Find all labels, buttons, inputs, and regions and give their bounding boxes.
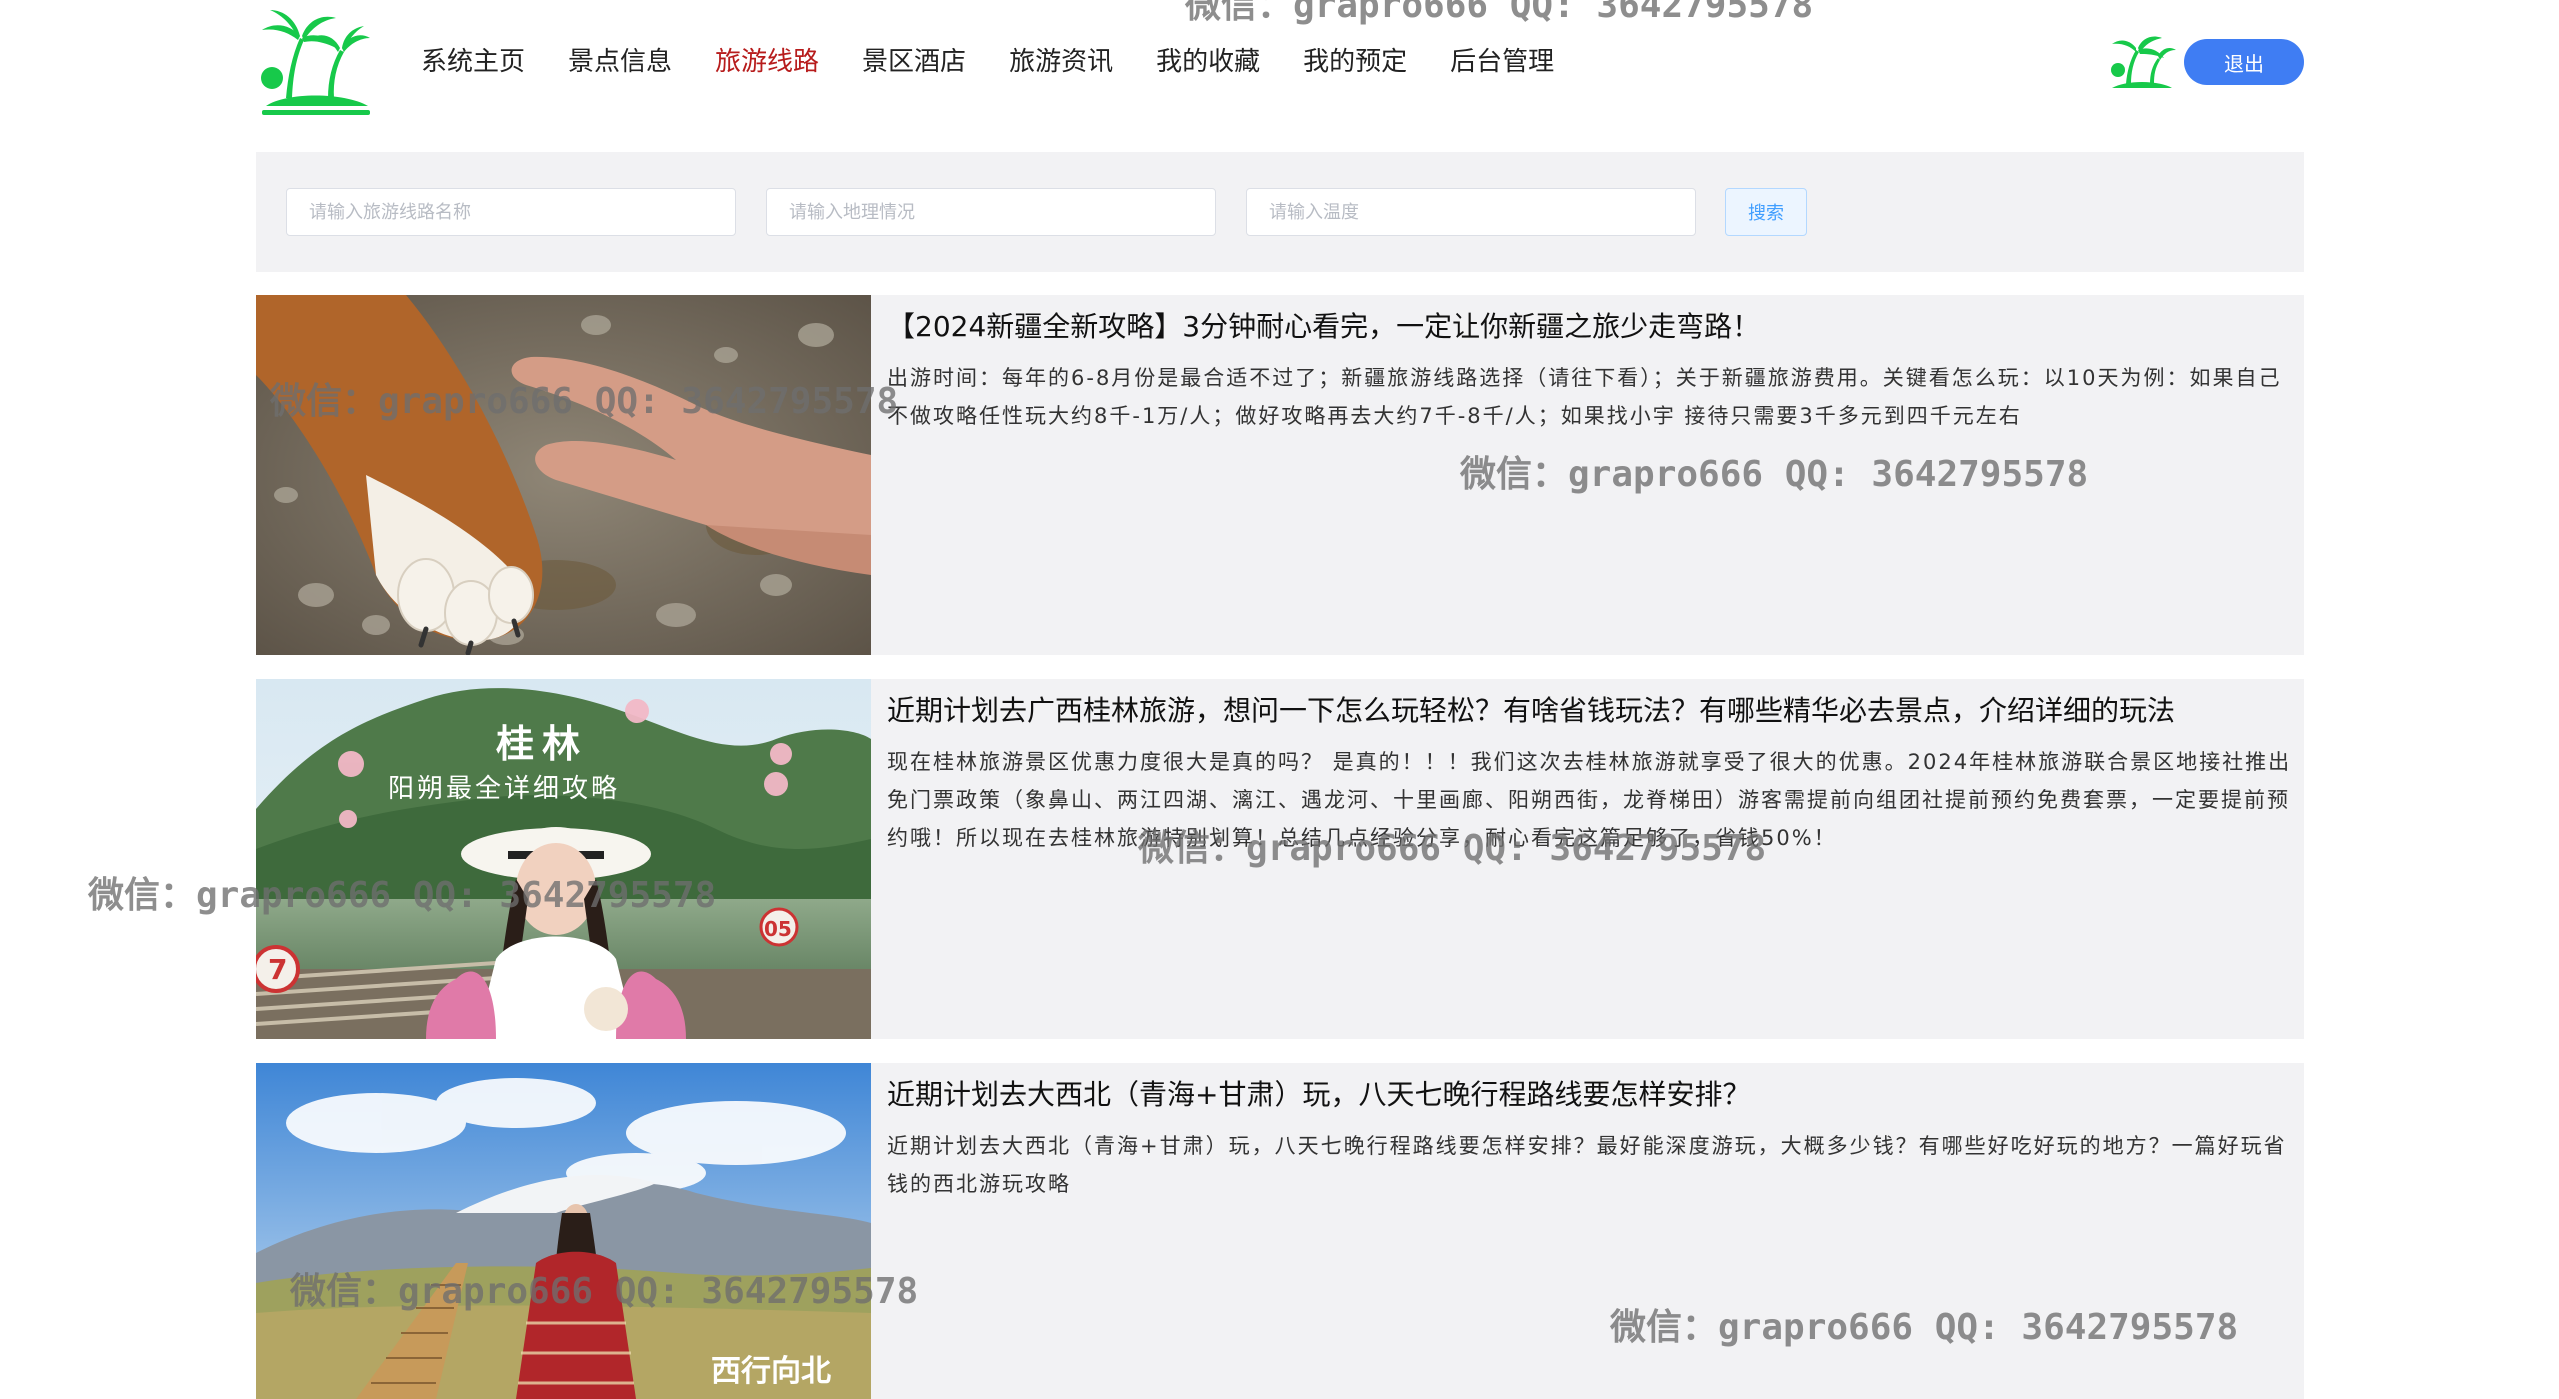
nav-home[interactable]: 系统主页: [421, 38, 525, 86]
page: 系统主页 景点信息 旅游线路 景区酒店 旅游资讯 我的收藏 我的预定 后台管理 …: [0, 0, 2559, 1399]
nav-admin[interactable]: 后台管理: [1450, 38, 1554, 86]
route-card[interactable]: 西行向北 近期计划去大西北（青海+甘肃）玩，八天七晚行程路线要怎样安排？ 近期计…: [256, 1063, 2304, 1399]
search-panel: 搜索: [256, 152, 2304, 272]
route-image[interactable]: 西行向北: [256, 1063, 871, 1399]
route-title[interactable]: 【2024新疆全新攻略】3分钟耐心看完，一定让你新疆之旅少走弯路！: [887, 307, 2287, 347]
main-nav: 系统主页 景点信息 旅游线路 景区酒店 旅游资讯 我的收藏 我的预定 后台管理: [421, 38, 1597, 86]
route-description: 近期计划去大西北（青海+甘肃）玩，八天七晚行程路线要怎样安排？最好能深度游玩，大…: [887, 1134, 2287, 1196]
search-button[interactable]: 搜索: [1725, 188, 1807, 236]
route-title[interactable]: 近期计划去大西北（青海+甘肃）玩，八天七晚行程路线要怎样安排？: [887, 1075, 2287, 1115]
logout-button[interactable]: 退出: [2184, 39, 2304, 85]
route-title[interactable]: 近期计划去广西桂林旅游，想问一下怎么玩轻松？有啥省钱玩法？有哪些精华必去景点，介…: [887, 691, 2287, 731]
image-overlay-title: 西行向北: [711, 1354, 831, 1389]
badge-right: 05: [764, 917, 792, 941]
route-description: 出游时间：每年的6-8月份是最合适不过了；新疆旅游线路选择（请往下看）；关于新疆…: [887, 366, 2282, 428]
badge-left: 7: [268, 953, 287, 986]
route-card[interactable]: 【2024新疆全新攻略】3分钟耐心看完，一定让你新疆之旅少走弯路！ 出游时间：每…: [256, 295, 2304, 655]
geography-input[interactable]: [766, 188, 1216, 236]
route-card[interactable]: 7 05 桂林 阳朔最全详细攻略 近期计划去广西桂林旅游，想问一下怎么玩轻松？有…: [256, 679, 2304, 1039]
nav-attractions[interactable]: 景点信息: [568, 38, 672, 86]
nav-bookings[interactable]: 我的预定: [1303, 38, 1407, 86]
nav-favorites[interactable]: 我的收藏: [1156, 38, 1260, 86]
route-name-input[interactable]: [286, 188, 736, 236]
palm-tree-icon[interactable]: [256, 6, 374, 118]
nav-routes[interactable]: 旅游线路: [715, 38, 819, 86]
avatar[interactable]: [2106, 28, 2176, 94]
route-image[interactable]: 7 05 桂林 阳朔最全详细攻略: [256, 679, 871, 1039]
route-description: 现在桂林旅游景区优惠力度很大是真的吗？ 是真的！！！我们这次去桂林旅游就享受了很…: [887, 750, 2292, 850]
header: 系统主页 景点信息 旅游线路 景区酒店 旅游资讯 我的收藏 我的预定 后台管理 …: [256, 0, 2304, 125]
nav-news[interactable]: 旅游资讯: [1009, 38, 1113, 86]
temperature-input[interactable]: [1246, 188, 1696, 236]
image-overlay-subtitle: 阳朔最全详细攻略: [388, 774, 620, 804]
route-image[interactable]: [256, 295, 871, 655]
nav-hotels[interactable]: 景区酒店: [862, 38, 966, 86]
image-overlay-title: 桂林: [496, 721, 588, 766]
